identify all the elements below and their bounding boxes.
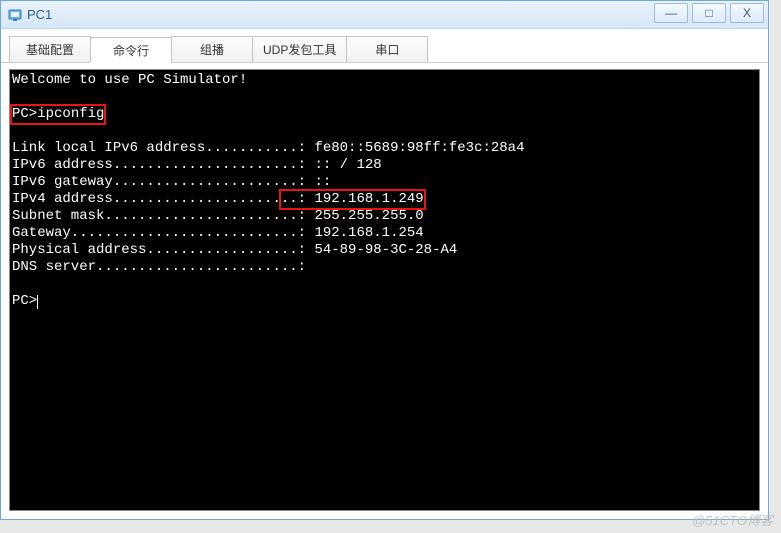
line-ipv4-address: IPv4 address......................: 192.… <box>12 191 424 207</box>
tab-multicast[interactable]: 组播 <box>171 36 253 62</box>
tab-bar: 基础配置 命令行 组播 UDP发包工具 串口 <box>1 29 768 63</box>
maximize-button[interactable]: □ <box>692 3 726 23</box>
tab-label: 组播 <box>200 41 224 58</box>
window-controls: — □ X <box>654 1 768 28</box>
cursor <box>37 295 38 309</box>
line-gateway: Gateway...........................: 192.… <box>12 225 424 241</box>
tab-basic-config[interactable]: 基础配置 <box>9 36 91 62</box>
tab-label: UDP发包工具 <box>263 41 336 58</box>
minimize-button[interactable]: — <box>654 3 688 23</box>
maximize-icon: □ <box>705 6 712 20</box>
gateway-value: 192.168.1.254 <box>314 225 423 241</box>
tab-udp-tool[interactable]: UDP发包工具 <box>252 36 347 62</box>
ipv4-value: 192.168.1.249 <box>314 191 423 207</box>
line-ipv6-address: IPv6 address......................: :: /… <box>12 157 382 173</box>
link-local-ipv6-value: fe80::5689:98ff:fe3c:28a4 <box>314 140 524 156</box>
line-dns-server: DNS server........................: <box>12 259 306 275</box>
app-icon <box>7 7 23 23</box>
terminal[interactable]: Welcome to use PC Simulator! PC>ipconfig… <box>9 69 760 511</box>
tab-label: 基础配置 <box>26 41 74 58</box>
close-button[interactable]: X <box>730 3 764 23</box>
line-link-local-ipv6: Link local IPv6 address...........: fe80… <box>12 140 525 156</box>
minimize-icon: — <box>665 6 677 20</box>
terminal-container: Welcome to use PC Simulator! PC>ipconfig… <box>1 63 768 519</box>
mac-value: 54-89-98-3C-28-A4 <box>314 242 457 258</box>
tab-label: 串口 <box>375 41 399 58</box>
tab-serial[interactable]: 串口 <box>346 36 428 62</box>
highlight-ipv4: ..: 192.168.1.249 <box>281 191 424 208</box>
welcome-line: Welcome to use PC Simulator! <box>12 72 247 88</box>
ipv6-value: :: / 128 <box>314 157 381 173</box>
app-window: PC1 — □ X 基础配置 命令行 组播 UDP发包工具 串口 Welcome… <box>0 0 769 520</box>
subnet-value: 255.255.255.0 <box>314 208 423 224</box>
close-icon: X <box>743 6 751 20</box>
command-text: ipconfig <box>37 106 104 122</box>
titlebar[interactable]: PC1 — □ X <box>1 1 768 29</box>
tab-command-line[interactable]: 命令行 <box>90 37 172 63</box>
line-subnet-mask: Subnet mask.......................: 255.… <box>12 208 424 224</box>
ipv6-gw-value: :: <box>314 174 331 190</box>
line-ipv6-gateway: IPv6 gateway......................: :: <box>12 174 331 190</box>
line-physical-address: Physical address..................: 54-8… <box>12 242 457 258</box>
tab-label: 命令行 <box>113 42 149 59</box>
window-title: PC1 <box>27 7 52 22</box>
highlight-command: PC>ipconfig <box>12 106 104 123</box>
prompt: PC> <box>12 106 37 122</box>
prompt: PC> <box>12 293 37 309</box>
